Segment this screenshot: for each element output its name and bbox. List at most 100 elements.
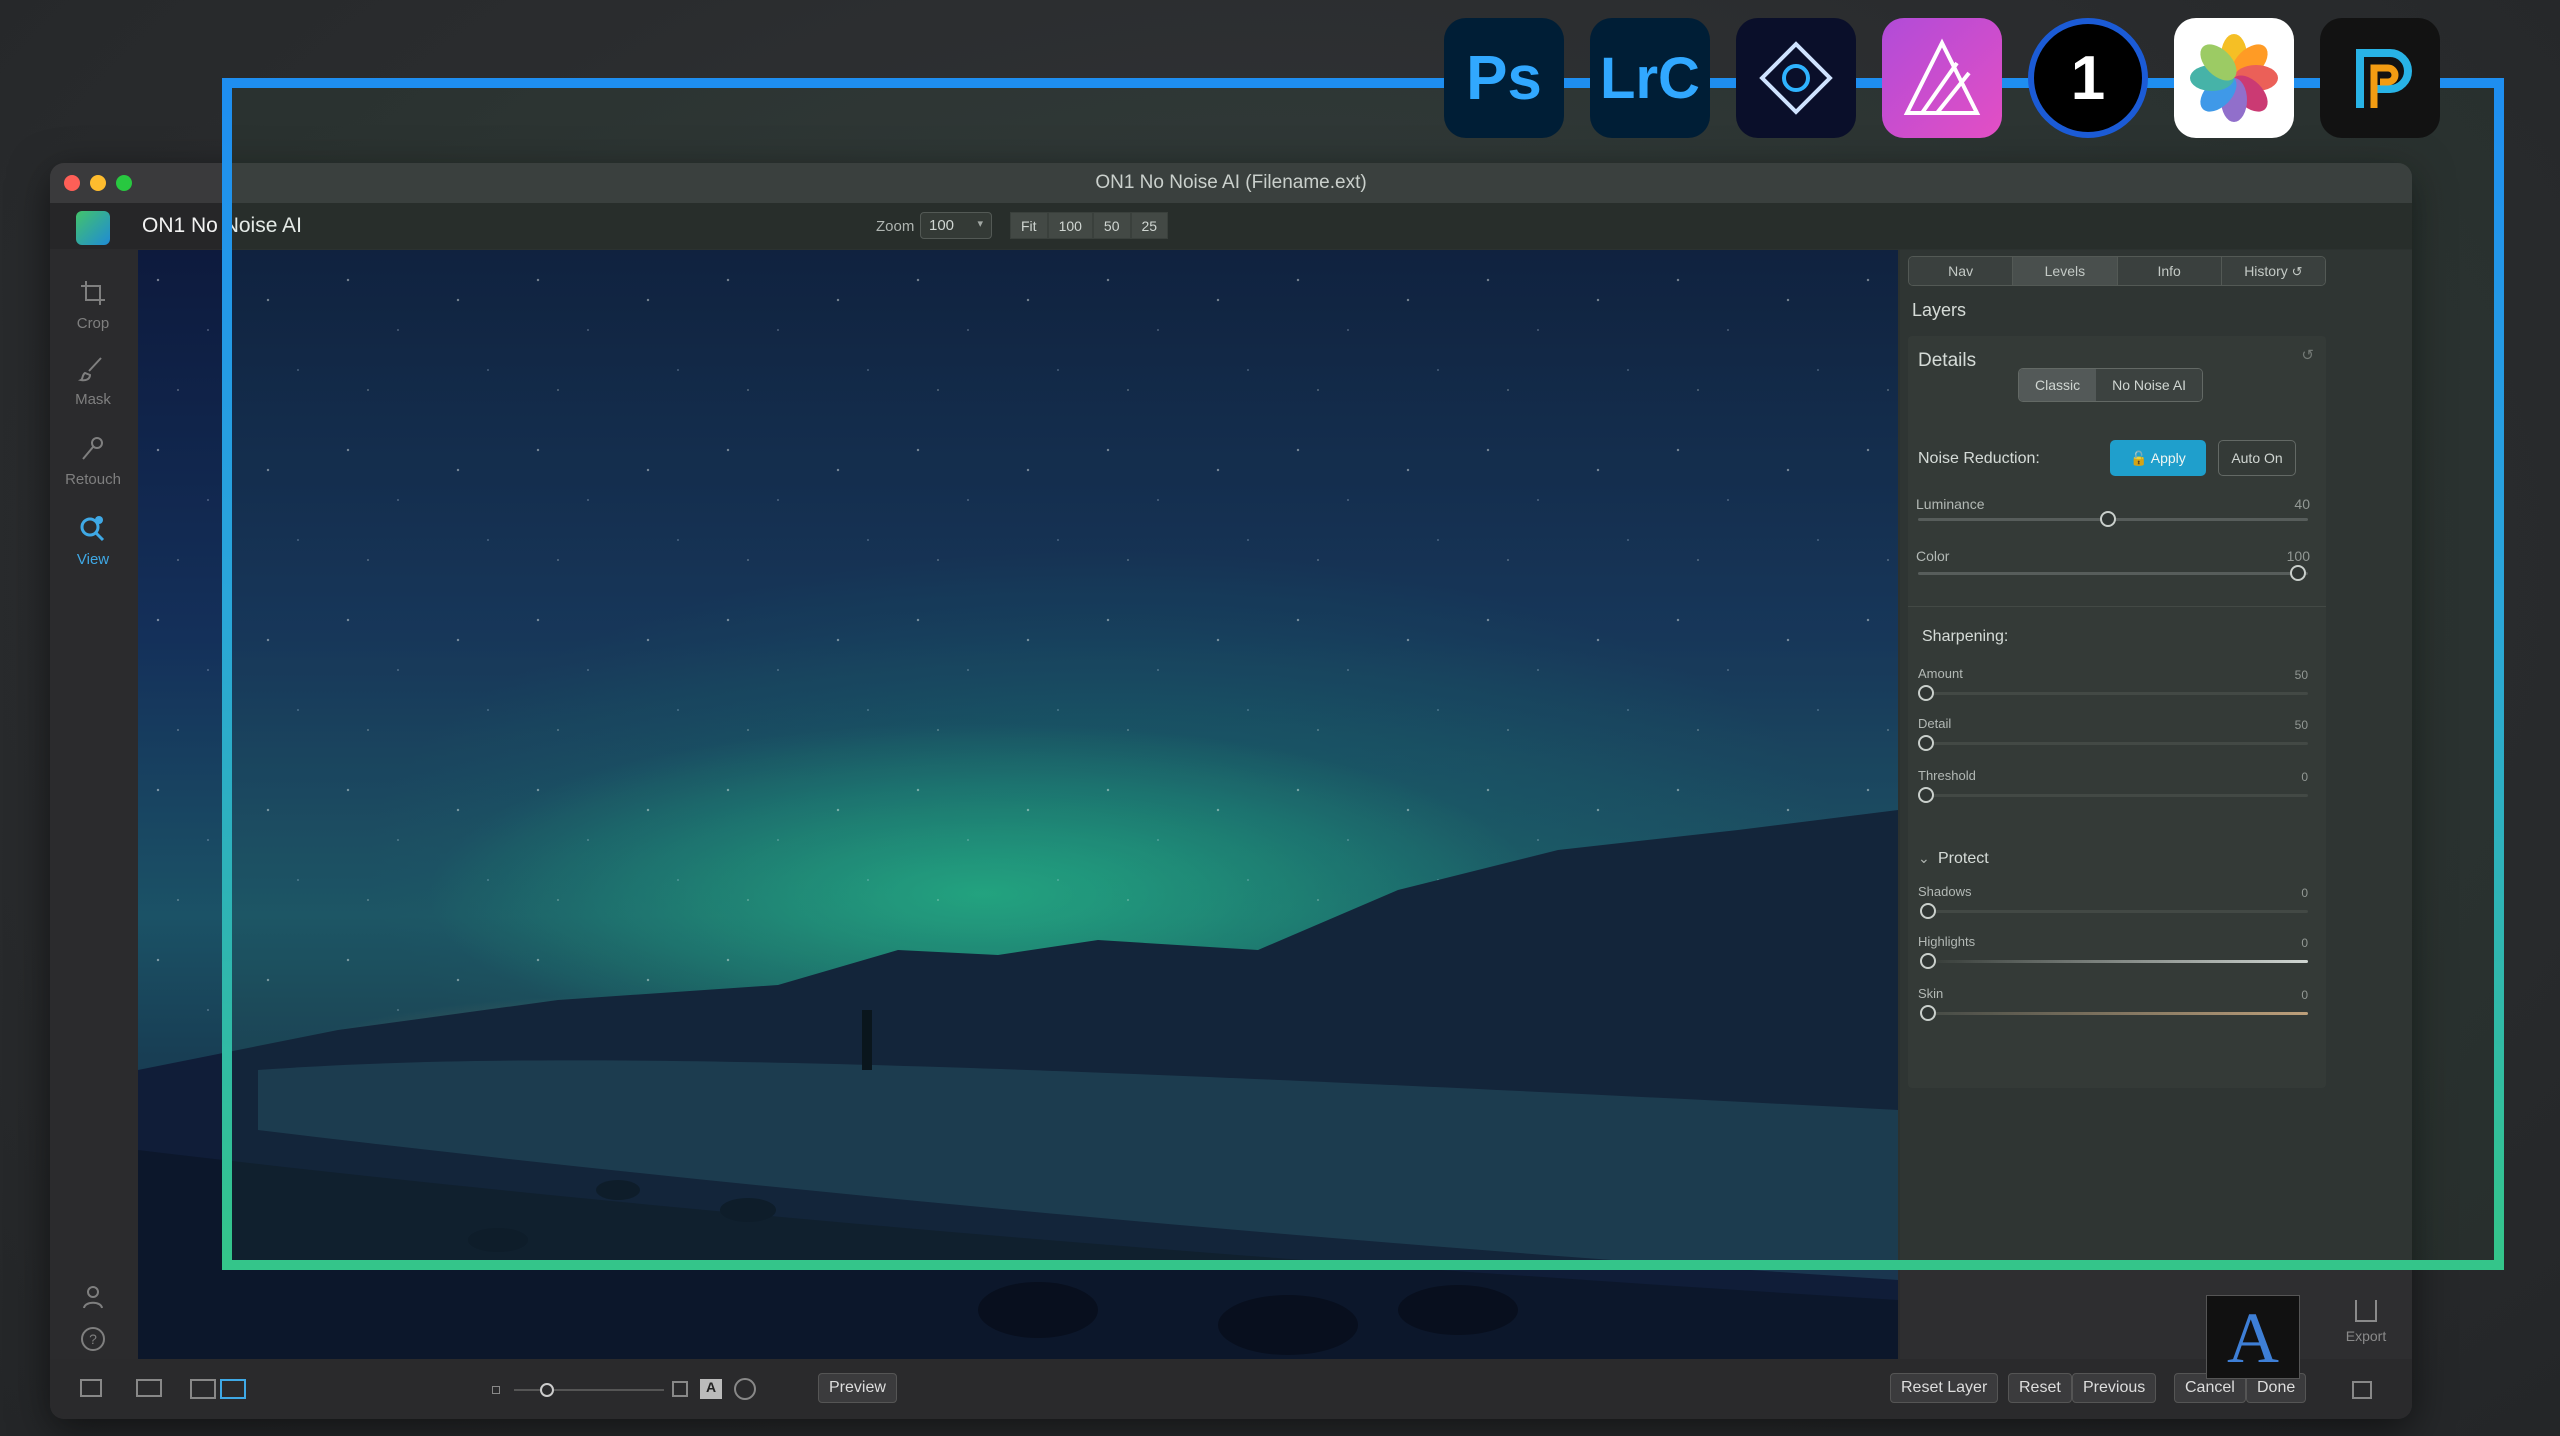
split-view-icon[interactable] (220, 1379, 246, 1399)
right-panel: Nav Levels Info History ↺ Layers Details… (1900, 250, 2412, 1360)
amount-label: Amount (1918, 666, 1963, 681)
export-icon (2355, 1300, 2377, 1322)
zoom-select[interactable]: 100 ▾ (920, 212, 992, 239)
capture-one-icon: 1 (2028, 18, 2148, 138)
watermark-logo: A (2206, 1295, 2300, 1379)
compare-icon[interactable] (136, 1379, 162, 1397)
apply-label: Apply (2150, 450, 2186, 466)
color-value[interactable]: 100 (2270, 548, 2310, 564)
zoom-50-button[interactable]: 50 (1092, 212, 1131, 239)
chevron-down-icon[interactable]: ⌄ (1918, 850, 1930, 867)
threshold-slider[interactable] (1922, 794, 2308, 797)
noise-reduction-label: Noise Reduction: (1918, 450, 2040, 467)
minimize-window-button[interactable] (90, 175, 106, 191)
shadows-value[interactable]: 0 (2268, 886, 2308, 900)
layers-heading: Layers (1912, 300, 1967, 320)
undo-icon: ↺ (2291, 264, 2303, 279)
zoom-icon (80, 516, 105, 542)
image-preview[interactable] (138, 250, 1898, 1360)
zoom-fit-button[interactable]: Fit (1010, 212, 1048, 239)
bottom-bar: A Preview Reset Layer Reset Previous Can… (50, 1359, 2412, 1419)
single-view-icon[interactable] (190, 1379, 216, 1399)
tool-mask-label: Mask (75, 391, 111, 408)
highlights-slider[interactable] (1922, 960, 2308, 963)
tool-mask[interactable]: Mask (50, 353, 136, 408)
amount-value[interactable]: 50 (2268, 668, 2308, 682)
luminance-slider-handle[interactable] (2100, 511, 2116, 527)
color-slider-handle[interactable] (2290, 565, 2306, 581)
skin-label: Skin (1918, 986, 1944, 1001)
svg-text:?: ? (89, 1331, 97, 1347)
tool-view[interactable]: View (50, 513, 136, 568)
detail-slider[interactable] (1922, 742, 2308, 745)
tab-history-label: History (2244, 263, 2288, 279)
close-window-button[interactable] (64, 175, 80, 191)
panel-toggle-left-icon[interactable] (80, 1379, 102, 1397)
preview-size-handle[interactable] (540, 1383, 554, 1397)
zoom-presets: Fit 100 50 25 (1010, 212, 1169, 239)
tab-levels[interactable]: Levels (2013, 257, 2118, 285)
luminance-value[interactable]: 40 (2270, 496, 2310, 512)
reset-button[interactable]: Reset (2008, 1373, 2072, 1403)
tool-retouch[interactable]: Retouch (50, 433, 136, 488)
user-icon[interactable] (50, 1281, 136, 1319)
amount-slider[interactable] (1922, 692, 2308, 695)
chevron-down-icon: ▾ (977, 218, 983, 230)
tool-retouch-label: Retouch (65, 471, 121, 488)
brush-icon (77, 357, 102, 382)
preview-size-slider[interactable] (514, 1389, 664, 1391)
tab-history[interactable]: History ↺ (2221, 257, 2325, 285)
zoom-100-button[interactable]: 100 (1047, 212, 1093, 239)
auto-on-button[interactable]: Auto On (2218, 440, 2296, 476)
skin-slider[interactable] (1922, 1012, 2308, 1015)
protect-label[interactable]: Protect (1938, 850, 1989, 868)
host-app-icons: Ps LrC 1 (1444, 18, 2440, 138)
color-slider[interactable] (1918, 572, 2308, 575)
window-controls (64, 175, 132, 191)
mode-nonoise-ai-button[interactable]: No Noise AI (2096, 369, 2203, 401)
tool-crop[interactable]: Crop (50, 277, 136, 332)
export-label: Export (2345, 1328, 2387, 1344)
previous-button[interactable]: Previous (2072, 1373, 2157, 1403)
panel-tabs: Nav Levels Info History ↺ (1908, 256, 2326, 286)
tab-info[interactable]: Info (2117, 257, 2222, 285)
mask-view-icon[interactable] (734, 1378, 756, 1400)
detail-slider-handle[interactable] (1918, 735, 1934, 751)
photoshop-elements-icon (1736, 18, 1856, 138)
reset-details-icon[interactable]: ↺ (2301, 346, 2314, 364)
large-thumb-icon (672, 1381, 688, 1397)
detail-value[interactable]: 50 (2268, 718, 2308, 732)
maximize-window-button[interactable] (116, 175, 132, 191)
shadows-label: Shadows (1918, 884, 1972, 899)
photoshop-icon: Ps (1444, 18, 1564, 138)
mode-toggle: Classic No Noise AI (2018, 368, 2204, 402)
app-name: ON1 No Noise AI (142, 214, 302, 237)
tab-nav[interactable]: Nav (1909, 257, 2014, 285)
export-button[interactable]: Export (2336, 1300, 2396, 1344)
preview-button[interactable]: Preview (818, 1373, 897, 1403)
shadows-slider-handle[interactable] (1920, 903, 1936, 919)
divider (1908, 606, 2326, 607)
reset-layer-button[interactable]: Reset Layer (1890, 1373, 1999, 1403)
help-icon[interactable]: ? (50, 1323, 136, 1361)
panel-toggle-right-icon[interactable] (2352, 1381, 2372, 1399)
amount-slider-handle[interactable] (1918, 685, 1934, 701)
highlights-label: Highlights (1918, 934, 1976, 949)
small-thumb-icon (492, 1386, 500, 1394)
crop-icon (81, 281, 105, 305)
skin-slider-handle[interactable] (1920, 1005, 1936, 1021)
window-title: ON1 No Noise AI (Filename.ext) (1095, 172, 1367, 193)
apply-button[interactable]: 🔓 Apply (2110, 440, 2206, 476)
tool-crop-label: Crop (76, 315, 110, 332)
highlights-value[interactable]: 0 (2268, 936, 2308, 950)
shadows-slider[interactable] (1922, 910, 2308, 913)
highlights-slider-handle[interactable] (1920, 953, 1936, 969)
mode-classic-button[interactable]: Classic (2019, 369, 2097, 401)
zoom-25-button[interactable]: 25 (1130, 212, 1169, 239)
text-overlay-icon[interactable]: A (700, 1379, 722, 1399)
luminance-label: Luminance (1916, 496, 1985, 512)
skin-value[interactable]: 0 (2268, 988, 2308, 1002)
app-window: ON1 No Noise AI (Filename.ext) ON1 No No… (50, 163, 2412, 1419)
threshold-slider-handle[interactable] (1918, 787, 1934, 803)
threshold-value[interactable]: 0 (2268, 770, 2308, 784)
